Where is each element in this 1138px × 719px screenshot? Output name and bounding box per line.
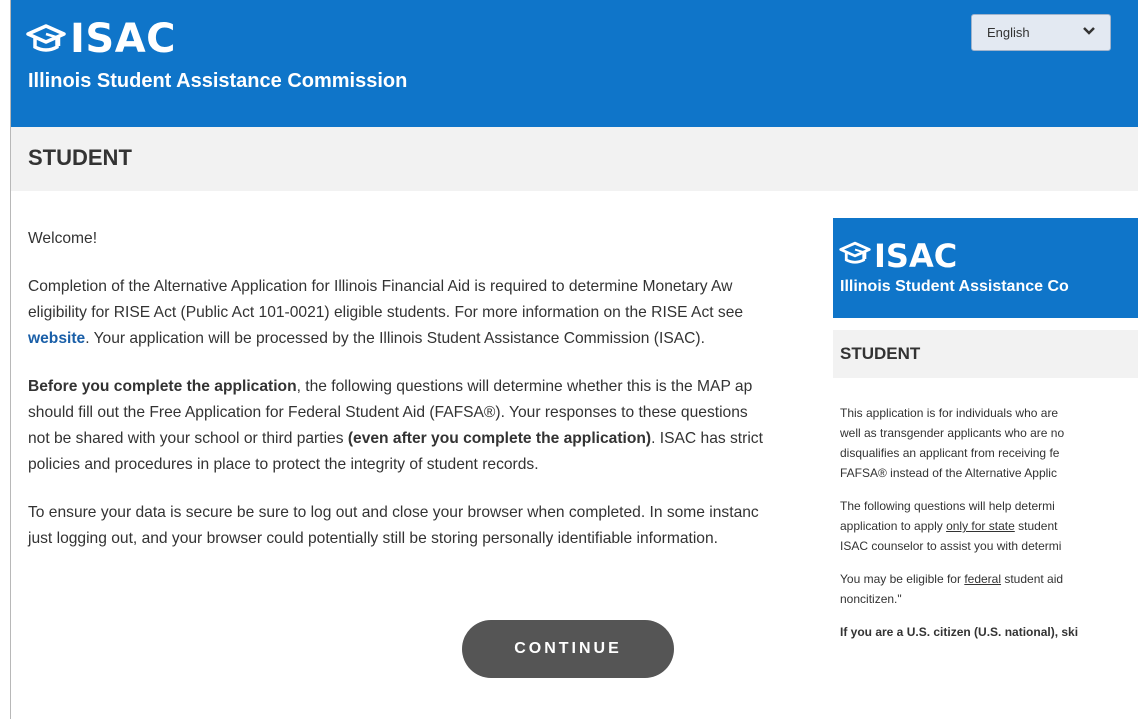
- before-line-3: not be shared with your school or third …: [28, 430, 348, 447]
- panel-section-header: STUDENT: [833, 330, 1138, 378]
- language-value: English: [987, 25, 1030, 40]
- intro-line-1: Completion of the Alternative Applicatio…: [28, 278, 733, 295]
- chevron-down-icon: [1082, 25, 1096, 40]
- panel-line: The following questions will help determ…: [840, 499, 1055, 513]
- panel-line: student aid: [1001, 572, 1064, 586]
- language-select[interactable]: English: [971, 14, 1111, 51]
- panel-isac-logo[interactable]: ISAC: [839, 236, 957, 276]
- graduation-cap-icon: [26, 22, 66, 56]
- before-line-4: policies and procedures in place to prot…: [28, 456, 539, 473]
- before-line-3b: . ISAC has strict: [651, 430, 763, 447]
- panel-line: well as transgender applicants who are n…: [840, 426, 1065, 440]
- panel-underline: federal: [964, 572, 1002, 586]
- intro-line-2: eligibility for RISE Act (Public Act 101…: [28, 304, 744, 321]
- site-subtitle: Illinois Student Assistance Commission: [28, 70, 408, 92]
- panel-line: You may be eligible for: [840, 572, 965, 586]
- section-header: STUDENT: [11, 127, 1138, 191]
- site-header: ISAC Illinois Student Assistance Commiss…: [11, 0, 1138, 127]
- graduation-cap-icon: [839, 240, 871, 272]
- panel-header: ISAC Illinois Student Assistance Co: [833, 218, 1138, 318]
- panel-line: This application is for individuals who …: [840, 406, 1059, 420]
- panel-paragraph-4: If you are a U.S. citizen (U.S. national…: [840, 622, 1138, 642]
- website-link[interactable]: website: [28, 330, 85, 347]
- panel-line: FAFSA® instead of the Alternative Applic: [840, 466, 1057, 480]
- overlapping-panel: ISAC Illinois Student Assistance Co STUD…: [833, 218, 1138, 719]
- before-bold: Before you complete the application: [28, 378, 297, 395]
- logo-text: ISAC: [70, 16, 177, 62]
- panel-line: disqualifies an applicant from receiving…: [840, 446, 1060, 460]
- panel-title: STUDENT: [840, 344, 921, 363]
- panel-content: This application is for individuals who …: [840, 403, 1138, 655]
- page-title: STUDENT: [28, 145, 132, 170]
- panel-logo-text: ISAC: [874, 237, 958, 275]
- security-line-1: To ensure your data is secure be sure to…: [28, 504, 759, 521]
- panel-paragraph-2: The following questions will help determ…: [840, 496, 1138, 556]
- panel-paragraph-1: This application is for individuals who …: [840, 403, 1138, 483]
- isac-logo[interactable]: ISAC: [26, 14, 176, 64]
- intro-line-3: . Your application will be processed by …: [85, 330, 705, 347]
- panel-line: noncitizen.": [840, 592, 902, 606]
- panel-line: ISAC counselor to assist you with determ…: [840, 539, 1062, 553]
- panel-bold-line: If you are a U.S. citizen (U.S. national…: [840, 625, 1079, 639]
- panel-paragraph-3: You may be eligible for federal student …: [840, 569, 1138, 609]
- continue-button[interactable]: CONTINUE: [462, 620, 674, 678]
- before-line-1: , the following questions will determine…: [296, 378, 753, 395]
- panel-line: application to apply: [840, 519, 947, 533]
- panel-underline: only for state: [946, 519, 1015, 533]
- panel-line: student: [1014, 519, 1058, 533]
- security-line-2: just logging out, and your browser could…: [28, 530, 718, 547]
- before-bold-2: (even after you complete the application…: [347, 430, 652, 447]
- before-line-2: should fill out the Free Application for…: [28, 404, 748, 421]
- panel-subtitle: Illinois Student Assistance Co: [840, 278, 1069, 295]
